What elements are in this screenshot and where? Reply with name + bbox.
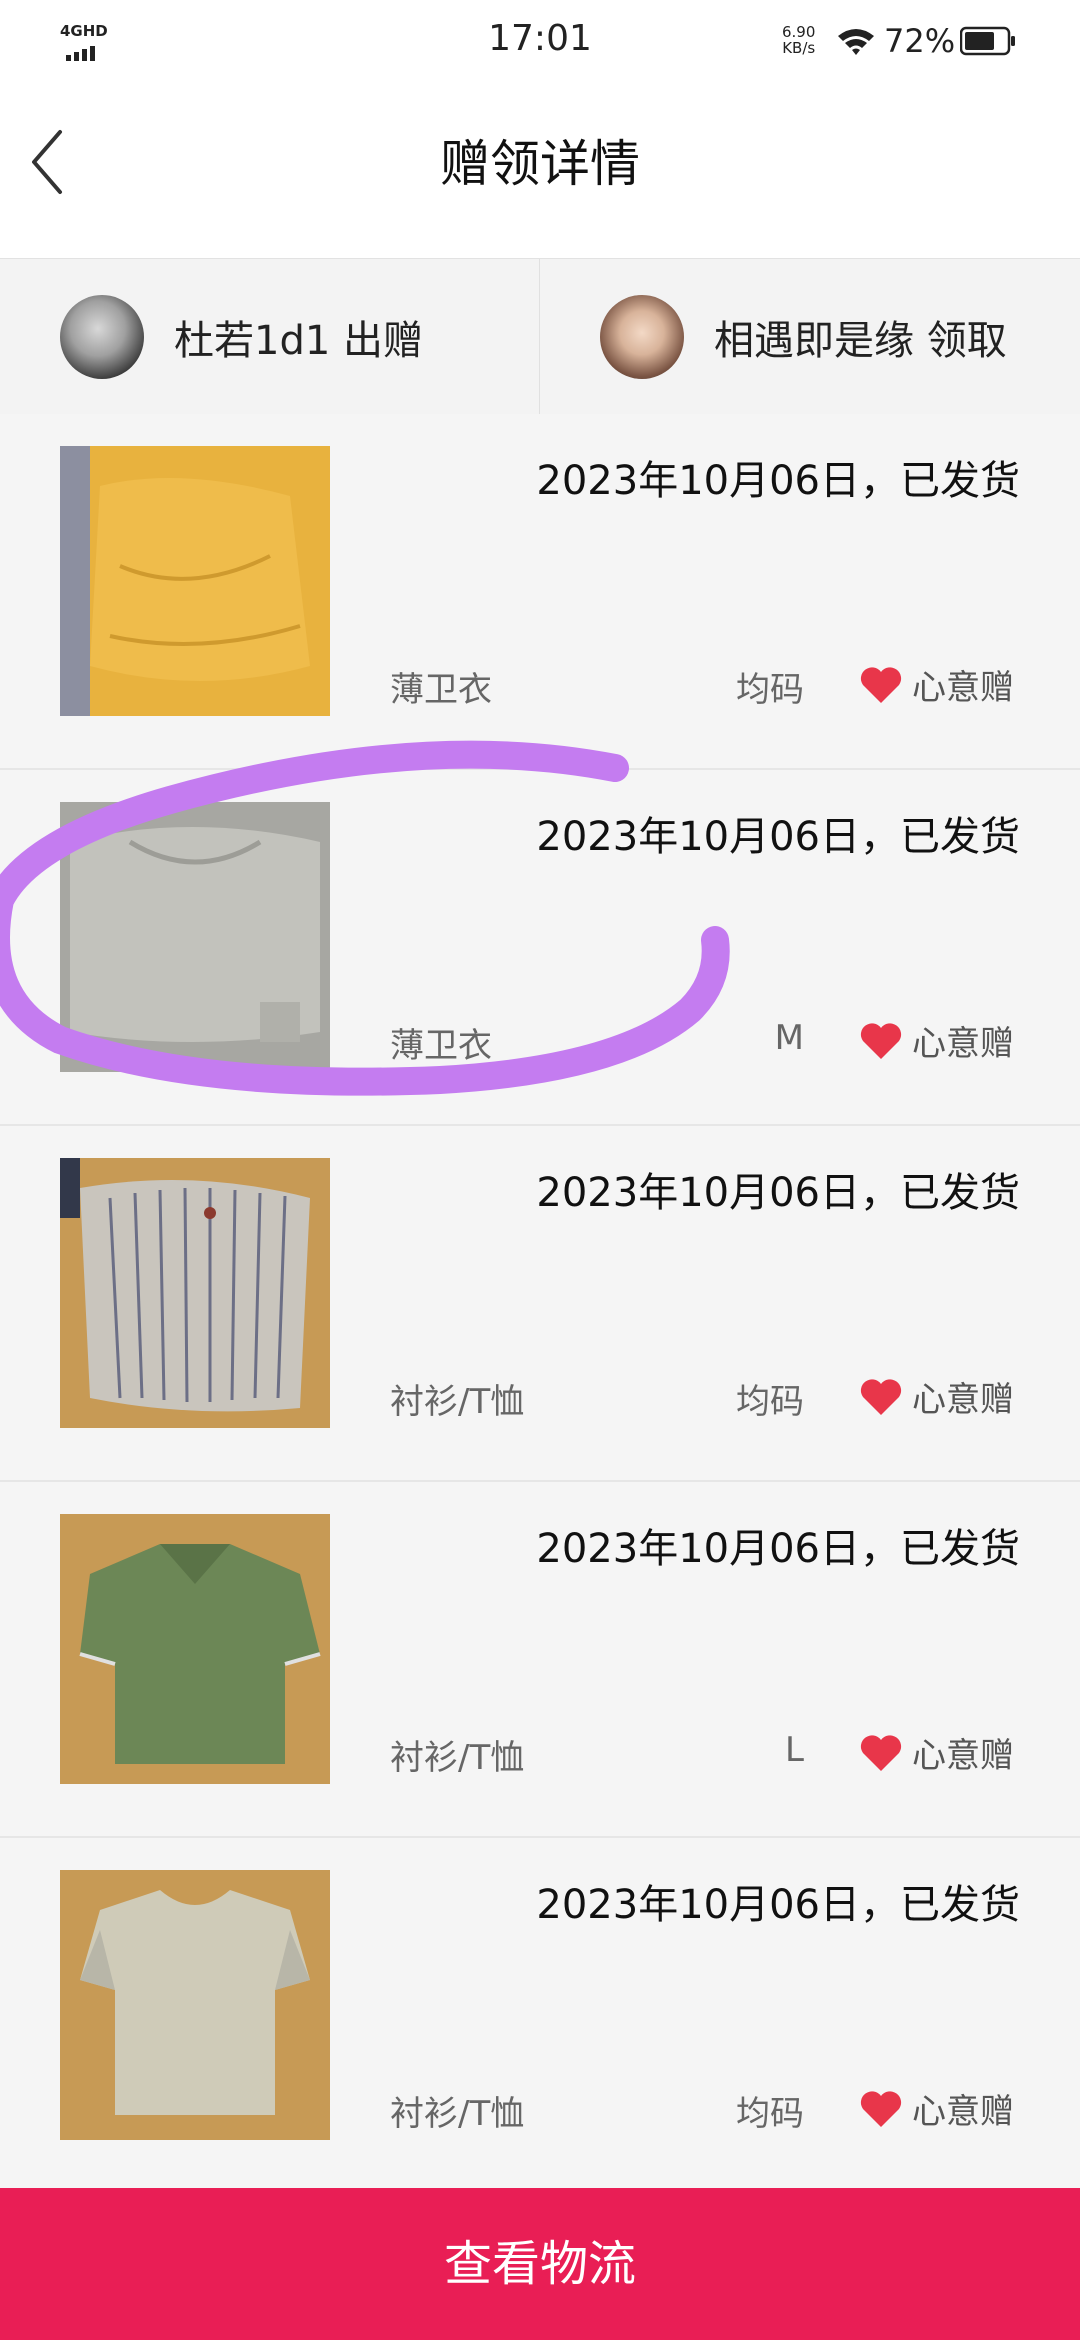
item-size: 均码 (736, 2094, 804, 2134)
item-category: 衬衫/T恤 (390, 1738, 525, 1778)
gift-label: 心意赠 (912, 2092, 1014, 2132)
item-category: 薄卫衣 (390, 1026, 492, 1066)
gift-type: 心意赠 (858, 1728, 1014, 1777)
network-speed-unit: KB/s (782, 39, 816, 57)
gift-label: 心意赠 (912, 668, 1014, 708)
item-size: L (785, 1730, 804, 1770)
item-date: 2023年10月06日，已发货 (536, 1526, 1020, 1572)
receiver-name: 相遇即是缘 领取 (714, 318, 1007, 364)
participants-divider (539, 259, 540, 415)
heart-icon (860, 1022, 902, 1059)
participants-row: 杜若1d1 出赠 相遇即是缘 领取 (0, 258, 1080, 416)
receiver-avatar[interactable] (600, 295, 684, 379)
giver-avatar[interactable] (60, 295, 144, 379)
gift-label: 心意赠 (912, 1380, 1014, 1420)
list-item[interactable]: 2023年10月06日，已发货 衬衫/T恤 均码 心意赠 (0, 1838, 1080, 2194)
item-size: 均码 (736, 670, 804, 710)
item-thumbnail[interactable] (60, 802, 330, 1072)
gift-type: 心意赠 (858, 1016, 1014, 1065)
status-bar: 4GHD 17:01 6.90 KB/s 72% (0, 0, 1080, 84)
item-list: 2023年10月06日，已发货 薄卫衣 均码 心意赠 2023年10月06日，已… (0, 414, 1080, 2194)
list-item[interactable]: 2023年10月06日，已发货 衬衫/T恤 L 心意赠 (0, 1482, 1080, 1838)
item-size: M (774, 1018, 804, 1058)
receiver-user[interactable]: 相遇即是缘 领取 (600, 259, 1007, 415)
heart-icon (860, 1734, 902, 1771)
list-item[interactable]: 2023年10月06日，已发货 薄卫衣 均码 心意赠 (0, 414, 1080, 770)
item-date: 2023年10月06日，已发货 (536, 1882, 1020, 1928)
list-item[interactable]: 2023年10月06日，已发货 衬衫/T恤 均码 心意赠 (0, 1126, 1080, 1482)
item-date: 2023年10月06日，已发货 (536, 458, 1020, 504)
item-date: 2023年10月06日，已发货 (536, 1170, 1020, 1216)
heart-icon (860, 1378, 902, 1415)
item-size: 均码 (736, 1382, 804, 1422)
giver-user[interactable]: 杜若1d1 出赠 (60, 259, 423, 415)
list-item[interactable]: 2023年10月06日，已发货 薄卫衣 M 心意赠 (0, 770, 1080, 1126)
view-logistics-button[interactable]: 查看物流 (0, 2188, 1080, 2340)
gift-type: 心意赠 (858, 1372, 1014, 1421)
gift-label: 心意赠 (912, 1024, 1014, 1064)
item-thumbnail[interactable] (60, 446, 330, 716)
battery-icon (960, 26, 1015, 56)
gift-label: 心意赠 (912, 1736, 1014, 1776)
battery-percent: 72% (884, 22, 956, 60)
item-thumbnail[interactable] (60, 1158, 330, 1428)
page-title: 赠领详情 (440, 135, 640, 193)
item-category: 衬衫/T恤 (390, 2094, 525, 2134)
item-thumbnail[interactable] (60, 1870, 330, 2140)
giver-name: 杜若1d1 出赠 (174, 318, 424, 364)
item-date: 2023年10月06日，已发货 (536, 814, 1020, 860)
network-speed: 6.90 KB/s (782, 24, 815, 56)
heart-icon (860, 666, 902, 703)
heart-icon (860, 2090, 902, 2127)
item-category: 衬衫/T恤 (390, 1382, 525, 1422)
item-category: 薄卫衣 (390, 670, 492, 710)
nav-header: 赠领详情 (0, 84, 1080, 258)
gift-type: 心意赠 (858, 660, 1014, 709)
wifi-icon (838, 29, 874, 55)
item-thumbnail[interactable] (60, 1514, 330, 1784)
gift-type: 心意赠 (858, 2084, 1014, 2133)
network-speed-value: 6.90 (782, 23, 816, 41)
